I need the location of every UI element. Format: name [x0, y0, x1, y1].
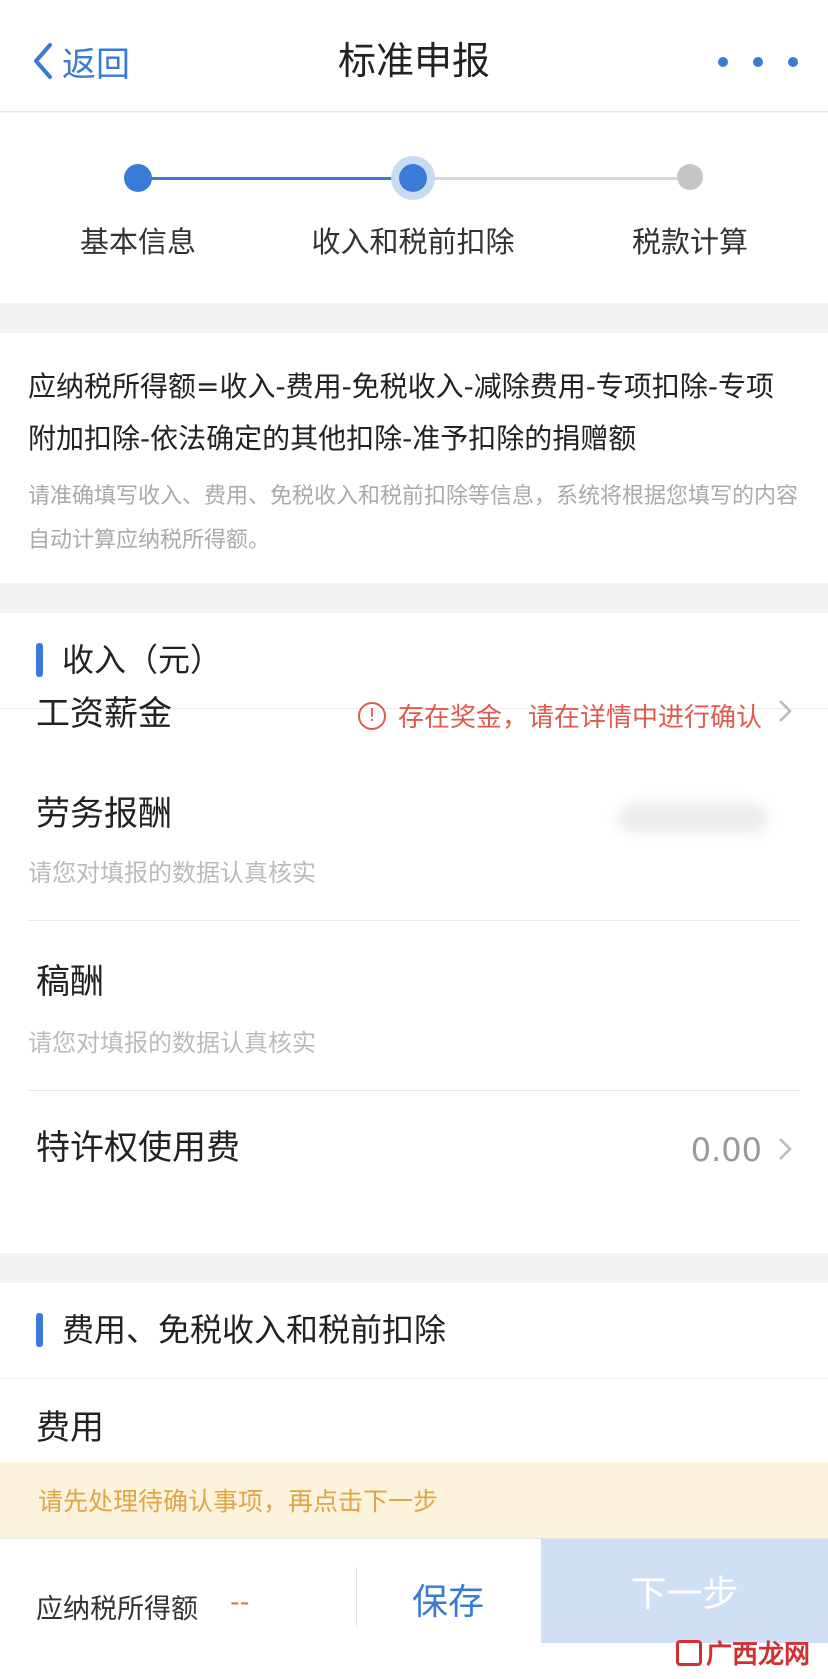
step-connector-pending [413, 177, 690, 180]
labor-hint: 请您对填报的数据认真核实 [28, 859, 316, 887]
formula-text: 应纳税所得额=收入-费用-免税收入-减除费用-专项扣除-专项附加扣除-依法确定的… [28, 370, 774, 455]
salary-warning-text: 存在奖金，请在详情中进行确认 [397, 703, 762, 733]
pending-confirm-toast: 请先处理待确认事项，再点击下一步 [0, 1462, 828, 1538]
fees-section-title: 费用、免税收入和税前扣除 [62, 1311, 447, 1349]
step-dot-tax-calc [677, 164, 703, 190]
step-label-income: 收入和税前扣除 [311, 225, 515, 259]
franchise-label: 特许权使用费 [36, 1128, 240, 1168]
row-divider [28, 1090, 800, 1091]
progress-stepper: 基本信息 收入和税前扣除 税款计算 [0, 113, 828, 303]
income-section-title: 收入（元） [62, 641, 223, 679]
royalty-hint: 请您对填报的数据认真核实 [28, 1029, 316, 1057]
step-dot-income [391, 156, 435, 200]
fees-section-header: 费用、免税收入和税前扣除 [0, 1283, 828, 1379]
step-label-basic-info: 基本信息 [79, 225, 196, 259]
row-divider [28, 920, 800, 921]
page-title: 标准申报 [337, 39, 490, 83]
franchise-value: 0.00 [690, 1131, 762, 1169]
step-connector-done [138, 177, 413, 180]
formula-card: 应纳税所得额=收入-费用-免税收入-减除费用-专项扣除-专项附加扣除-依法确定的… [0, 333, 828, 583]
labor-value-blurred [618, 803, 768, 833]
cost-label: 费用 [36, 1408, 104, 1448]
royalty-label: 稿酬 [36, 962, 104, 1002]
section-marker [36, 643, 43, 677]
more-icon[interactable] [718, 52, 798, 72]
taxable-income-value: -- [230, 1587, 250, 1618]
chevron-right-icon [779, 700, 792, 722]
formula-hint: 请准确填写收入、费用、免税收入和税前扣除等信息，系统将根据您填写的内容自动计算应… [28, 484, 799, 553]
income-section: 收入（元） 工资薪金 ! 存在奖金，请在详情中进行确认 劳务报酬 请您对填报的数… [0, 613, 828, 1253]
watermark-text: 广西龙网 [705, 1640, 810, 1670]
step-dot-basic-info [124, 164, 152, 192]
section-marker [36, 1313, 43, 1347]
salary-warning: ! 存在奖金，请在详情中进行确认 [357, 697, 762, 734]
alert-circle-icon: ! [357, 701, 386, 730]
step-label-tax-calc: 税款计算 [631, 225, 748, 259]
save-button[interactable]: 保存 [357, 1551, 539, 1647]
nav-bar: 返回 标准申报 [0, 0, 828, 112]
next-step-button[interactable]: 下一步 [541, 1539, 828, 1643]
chevron-right-icon [779, 1138, 792, 1160]
salary-label: 工资薪金 [36, 694, 172, 734]
labor-label: 劳务报酬 [36, 794, 172, 834]
watermark-logo-icon [675, 1639, 702, 1666]
taxable-income-label: 应纳税所得额 [36, 1594, 198, 1625]
site-watermark: 广西龙网 [675, 1634, 810, 1671]
